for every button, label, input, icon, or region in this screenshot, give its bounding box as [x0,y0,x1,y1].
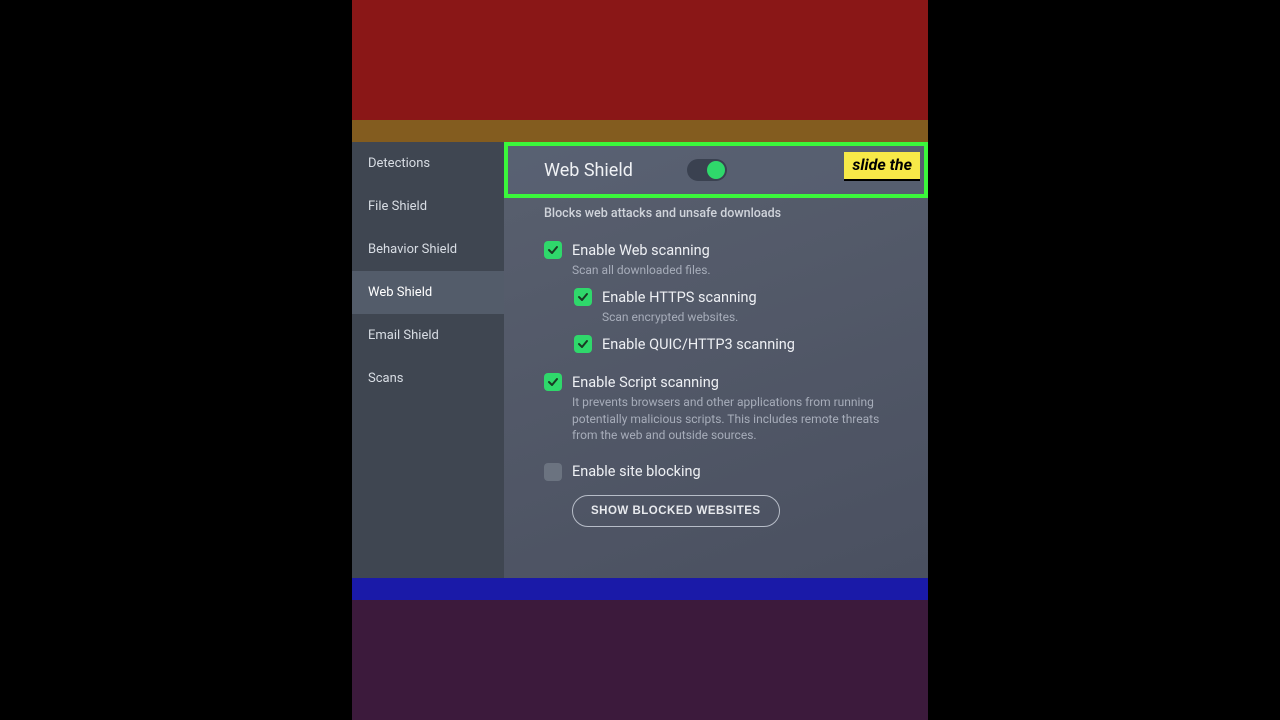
option-site-blocking: Enable site blocking [504,459,928,487]
checkbox-script-scanning[interactable] [544,373,562,391]
check-icon [547,376,559,388]
web-shield-toggle[interactable] [687,159,727,181]
sidebar-item-detections[interactable]: Detections [352,142,504,185]
toggle-knob-icon [707,161,725,179]
sidebar-item-file-shield[interactable]: File Shield [352,185,504,228]
sidebar-item-scans[interactable]: Scans [352,357,504,400]
sidebar-item-behavior-shield[interactable]: Behavior Shield [352,228,504,271]
option-web-scanning: Enable Web scanning Scan all downloaded … [504,237,928,284]
band-purple [352,600,928,720]
band-brown [352,120,928,142]
desc-script-scanning: It prevents browsers and other applicati… [544,391,888,443]
header-container: Web Shield slide the [504,142,928,198]
page-subtitle: Blocks web attacks and unsafe downloads [504,198,928,237]
label-web-scanning: Enable Web scanning [572,242,710,259]
band-blue [352,578,928,600]
option-script-scanning: Enable Script scanning It prevents brows… [504,369,928,449]
checkbox-https-scanning[interactable] [574,288,592,306]
video-frame: Detections File Shield Behavior Shield W… [352,0,928,720]
spacer [504,359,928,369]
label-https-scanning: Enable HTTPS scanning [602,289,757,306]
instruction-callout: slide the [844,152,920,181]
check-icon [547,244,559,256]
sidebar-item-email-shield[interactable]: Email Shield [352,314,504,357]
page-title: Web Shield [544,160,633,181]
app-window: Detections File Shield Behavior Shield W… [352,142,928,578]
checkbox-quic-scanning[interactable] [574,335,592,353]
option-quic-scanning: Enable QUIC/HTTP3 scanning [504,331,928,359]
spacer [504,449,928,459]
label-quic-scanning: Enable QUIC/HTTP3 scanning [602,336,795,353]
desc-web-scanning: Scan all downloaded files. [544,259,888,278]
label-script-scanning: Enable Script scanning [572,374,719,391]
option-https-scanning: Enable HTTPS scanning Scan encrypted web… [504,284,928,331]
label-site-blocking: Enable site blocking [572,463,701,480]
sidebar-item-web-shield[interactable]: Web Shield [352,271,504,314]
header-row: Web Shield slide the [504,142,928,198]
band-red [352,0,928,120]
sidebar: Detections File Shield Behavior Shield W… [352,142,504,578]
checkbox-web-scanning[interactable] [544,241,562,259]
desc-https-scanning: Scan encrypted websites. [574,306,888,325]
check-icon [577,291,589,303]
show-blocked-websites-button[interactable]: SHOW BLOCKED WEBSITES [572,495,780,527]
main-panel: Web Shield slide the Blocks web attacks … [504,142,928,578]
check-icon [577,338,589,350]
checkbox-site-blocking[interactable] [544,463,562,481]
